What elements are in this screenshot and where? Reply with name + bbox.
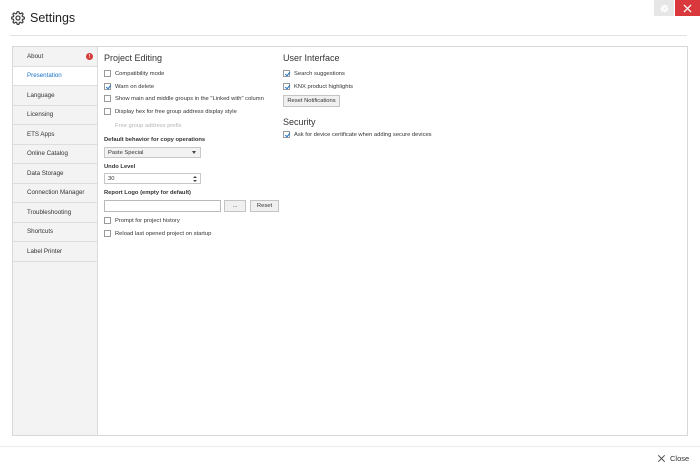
sidebar-item-ets-apps[interactable]: ETS Apps [13, 125, 97, 145]
user-interface-title: User Interface [283, 53, 340, 63]
checkbox-label: Ask for device certificate when adding s… [294, 131, 432, 138]
checkbox-box[interactable] [104, 83, 111, 90]
spinner-value: 30 [108, 175, 115, 182]
checkbox-label: Reload last opened project on startup [115, 230, 212, 237]
search-suggestions-checkbox[interactable]: Search suggestions [283, 69, 345, 78]
free-group-address-prefix-label: Free group address prefix [115, 123, 182, 129]
checkbox-label: Prompt for project history [115, 217, 180, 224]
title-separator [10, 35, 687, 36]
sidebar-item-troubleshooting[interactable]: Troubleshooting [13, 203, 97, 223]
checkbox-box[interactable] [104, 108, 111, 115]
checkbox-box[interactable] [283, 70, 290, 77]
project-editing-title: Project Editing [104, 53, 163, 63]
prompt-project-history-checkbox[interactable]: Prompt for project history [104, 216, 180, 225]
settings-panel: About ! Presentation Language Licensing … [12, 46, 688, 436]
sidebar-item-label: Presentation [27, 72, 62, 80]
gear-icon [659, 3, 669, 13]
reload-last-project-checkbox[interactable]: Reload last opened project on startup [104, 229, 211, 238]
sidebar-item-label: Data Storage [27, 169, 64, 177]
sidebar-item-label: Licensing [27, 111, 54, 119]
undo-level-spinner[interactable]: 30 [104, 173, 201, 184]
sidebar-item-online-catalog[interactable]: Online Catalog [13, 145, 97, 164]
checkbox-label: Compatibility mode [115, 70, 165, 77]
checkbox-box[interactable] [283, 83, 290, 90]
display-hex-checkbox[interactable]: Display hex for free group address displ… [104, 107, 237, 116]
checkbox-box[interactable] [104, 95, 111, 102]
window-title: Settings [30, 11, 76, 25]
checkbox-box[interactable] [104, 217, 111, 224]
checkbox-label: Display hex for free group address displ… [115, 108, 237, 115]
undo-level-label: Undo Level [104, 164, 136, 170]
default-behavior-label: Default behavior for copy operations [104, 137, 206, 143]
compatibility-mode-checkbox[interactable]: Compatibility mode [104, 69, 164, 78]
sidebar-item-label: Online Catalog [27, 150, 68, 158]
ask-device-certificate-checkbox[interactable]: Ask for device certificate when adding s… [283, 130, 432, 139]
spin-down-icon[interactable] [193, 179, 197, 182]
checkbox-label: KNX product highlights [294, 83, 353, 90]
checkbox-label: Warn on delete [115, 83, 155, 90]
alert-badge: ! [86, 53, 93, 60]
sidebar-item-licensing[interactable]: Licensing [13, 106, 97, 125]
presentation-content: Project Editing Compatibility mode Warn … [99, 47, 687, 435]
dropdown-value: Paste Special [108, 149, 144, 156]
sidebar-item-about[interactable]: About ! [13, 47, 97, 67]
checkbox-box[interactable] [104, 230, 111, 237]
sidebar-item-presentation[interactable]: Presentation [13, 66, 97, 86]
close-label: Close [670, 454, 690, 463]
sidebar-item-label: About [27, 52, 44, 60]
gear-icon [11, 11, 25, 25]
checkbox-box[interactable] [283, 131, 290, 138]
security-title: Security [283, 117, 316, 127]
knx-product-highlights-checkbox[interactable]: KNX product highlights [283, 82, 353, 91]
browse-logo-button[interactable]: ... [224, 200, 246, 212]
reset-logo-button[interactable]: Reset [250, 200, 279, 212]
sidebar-item-label: Language [27, 91, 55, 99]
checkbox-box[interactable] [104, 70, 111, 77]
sidebar-item-label: Troubleshooting [27, 208, 72, 216]
close-icon [657, 455, 665, 463]
sidebar-item-data-storage[interactable]: Data Storage [13, 164, 97, 184]
report-logo-input[interactable] [104, 200, 221, 212]
sidebar-item-connection-manager[interactable]: Connection Manager [13, 184, 97, 203]
sidebar-item-label-printer[interactable]: Label Printer [13, 242, 97, 262]
close-icon [683, 3, 692, 13]
window-settings-button[interactable] [654, 0, 674, 16]
default-behavior-dropdown[interactable]: Paste Special [104, 147, 201, 158]
show-main-middle-groups-checkbox[interactable]: Show main and middle groups in the "Link… [104, 94, 264, 103]
sidebar-item-shortcuts[interactable]: Shortcuts [13, 223, 97, 242]
sidebar-item-label: Connection Manager [27, 189, 85, 197]
warn-on-delete-checkbox[interactable]: Warn on delete [104, 82, 154, 91]
sidebar: About ! Presentation Language Licensing … [13, 47, 98, 435]
report-logo-label: Report Logo (empty for default) [104, 190, 191, 196]
sidebar-item-label: Label Printer [27, 247, 63, 255]
sidebar-item-language[interactable]: Language [13, 86, 97, 106]
window-close-button[interactable] [675, 0, 700, 16]
spin-up-icon[interactable] [193, 175, 197, 178]
checkbox-label: Show main and middle groups in the "Link… [115, 95, 264, 102]
title-bar: Settings [0, 0, 700, 36]
sidebar-item-label: Shortcuts [27, 228, 54, 236]
sidebar-item-label: ETS Apps [27, 130, 55, 138]
reset-notifications-button[interactable]: Reset Notifications [283, 95, 340, 107]
close-button[interactable]: Close [657, 454, 689, 463]
checkbox-label: Search suggestions [294, 70, 345, 77]
chevron-down-icon [192, 151, 196, 154]
footer-separator [0, 446, 700, 447]
